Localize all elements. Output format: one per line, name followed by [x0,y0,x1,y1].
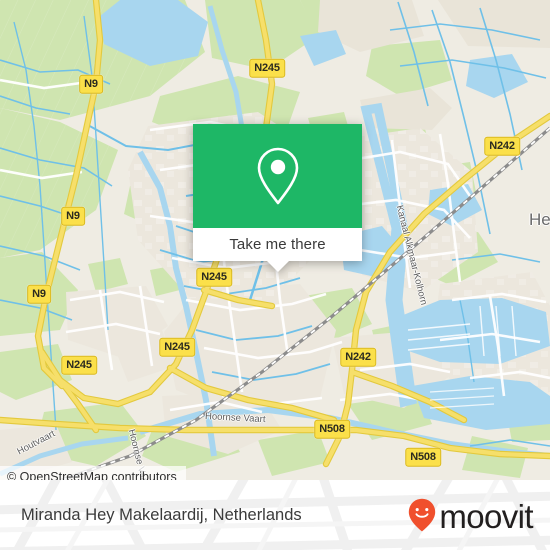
road-shield: N9 [61,206,85,226]
road-shield: N9 [79,74,103,94]
map-canvas[interactable]: N245 N9 N242 N9 N245 N9 N245 N242 N245 N508 N508 K… [0,0,550,480]
moovit-wordmark: moovit [439,497,533,535]
road-shield: N508 [314,419,350,439]
road-shield: N245 [196,267,232,287]
take-me-there-label: Take me there [229,236,326,253]
footer-bar: Miranda Hey Makelaardij, Netherlands moo… [0,480,550,550]
map-pin-icon [257,147,298,205]
osm-attribution[interactable]: © OpenStreetMap contributors [0,466,186,480]
moovit-pin-icon [409,498,436,532]
road-shield: N245 [61,355,97,375]
moovit-logo[interactable]: moovit [408,480,534,550]
take-me-there-button[interactable]: Take me there [193,228,362,272]
popup-pointer-tail [266,261,289,272]
popup-header [193,124,362,228]
city-label: He [529,210,550,229]
road-shield: N245 [159,337,195,357]
road-shield: N242 [484,136,520,156]
place-title: Miranda Hey Makelaardij, Netherlands [21,505,302,524]
road-shield: N245 [249,58,285,78]
road-shield: N9 [27,284,51,304]
road-shield: N508 [405,447,441,467]
moovit-map-screenshot: N245 N9 N242 N9 N245 N9 N245 N242 N245 N508 N508 K… [0,0,550,550]
road-shield: N242 [340,347,376,367]
location-popup-card[interactable]: Take me there [193,124,362,272]
